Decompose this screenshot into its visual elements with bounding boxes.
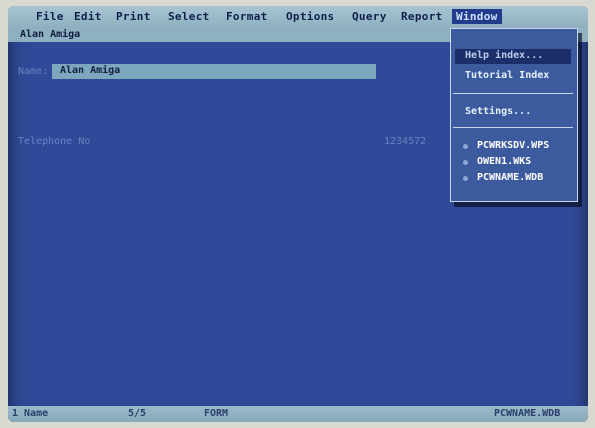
menu-print[interactable]: Print <box>116 10 151 23</box>
document-icon <box>463 176 468 181</box>
status-record-indicator: 1 Name <box>12 408 49 419</box>
open-file-item[interactable]: PCWNAME.WDB <box>455 171 571 186</box>
status-position: 5/5 <box>128 408 147 419</box>
menu-query[interactable]: Query <box>352 10 387 23</box>
menu-separator <box>453 127 573 128</box>
menu-format[interactable]: Format <box>226 10 268 23</box>
menu-edit[interactable]: Edit <box>74 10 102 23</box>
window-menu-dropdown: Help index... Tutorial Index Settings...… <box>450 28 578 202</box>
telephone-value[interactable]: 1234572 <box>384 136 426 147</box>
document-icon <box>463 144 468 149</box>
name-label: Name: <box>18 66 49 77</box>
menu-report[interactable]: Report <box>401 10 443 23</box>
record-title: Alan Amiga <box>20 29 81 40</box>
menu-file[interactable]: File <box>36 10 64 23</box>
name-field[interactable]: Alan Amiga <box>52 64 376 79</box>
status-mode: FORM <box>204 408 229 419</box>
open-file-item[interactable]: PCWRKSDV.WPS <box>455 139 571 154</box>
menu-item-settings[interactable]: Settings... <box>455 105 571 120</box>
menu-bar: File Edit Print Select Format Options Qu… <box>8 6 588 28</box>
menu-separator <box>453 93 573 94</box>
telephone-label: Telephone No <box>18 136 91 147</box>
menu-window[interactable]: Window <box>452 9 502 24</box>
menu-select[interactable]: Select <box>168 10 210 23</box>
menu-item-help-index[interactable]: Help index... <box>455 49 571 64</box>
name-value: Alan Amiga <box>60 65 121 76</box>
open-file-item[interactable]: OWEN1.WKS <box>455 155 571 170</box>
status-bar: 1 Name 5/5 FORM PCWNAME.WDB <box>8 406 588 422</box>
works-database-screen: File Edit Print Select Format Options Qu… <box>8 6 588 422</box>
document-icon <box>463 160 468 165</box>
menu-item-tutorial-index[interactable]: Tutorial Index <box>455 69 571 84</box>
status-file: PCWNAME.WDB <box>494 408 561 419</box>
menu-options[interactable]: Options <box>286 10 334 23</box>
